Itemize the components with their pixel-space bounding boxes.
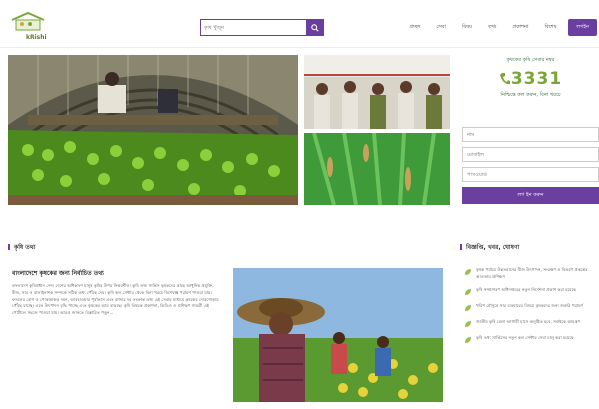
nav-item-login[interactable]: লগইন	[568, 19, 597, 36]
call-center-logo: 3331	[499, 69, 562, 89]
side-image-leaves[interactable]	[304, 133, 450, 205]
leaf-bullet-icon	[465, 305, 471, 311]
farmer-photo	[233, 268, 443, 402]
event-photo	[304, 55, 450, 129]
article-title[interactable]: বাংলাদেশে কৃষকের জন্য নির্বাচিত তথ্য	[12, 268, 104, 279]
article-body: বাংলাদেশ কৃষিপ্রধান দেশ। দেশের অধিকাংশ ম…	[12, 283, 219, 316]
news-item[interactable]: কৃষি সম্প্রসারণ অধিদপ্তরের নতুন নির্দেশন…	[464, 287, 599, 296]
greenhouse-photo	[8, 55, 298, 205]
news-item[interactable]: কৃষি তথ্য সার্ভিসের নতুন কল সেন্টার সেবা…	[464, 335, 599, 344]
news-item[interactable]: কৃষক পর্যায়ে উন্নতমানের বীজ উৎপাদন, সংর…	[464, 267, 599, 280]
nav-item-special[interactable]: বিশেষ	[536, 19, 564, 36]
leaf-bullet-icon	[465, 321, 471, 327]
call-center-heading: কৃষকের কৃষি সেবার নম্বর	[506, 57, 555, 63]
news-item-text: কৃষক পর্যায়ে উন্নতমানের বীজ উৎপাদন, সংর…	[476, 267, 588, 279]
phone-field[interactable]	[462, 147, 599, 162]
site-logo[interactable]: kRishi	[8, 10, 66, 42]
login-form: লগ ইন করুন	[462, 127, 599, 204]
leaf-bullet-icon	[465, 337, 471, 343]
username-field[interactable]	[462, 127, 599, 142]
site-header: kRishi প্রচ্ছদ সেবা বিষয় তথ্য প্রকাশনা …	[0, 0, 599, 48]
news-list: কৃষক পর্যায়ে উন্নতমানের বীজ উৎপাদন, সংর…	[464, 267, 599, 351]
nav-item-home[interactable]: প্রচ্ছদ	[401, 19, 428, 36]
call-center-tagline: নিশ্চিন্তে কল করুন, বিনা খরচে	[500, 92, 561, 98]
leaf-bullet-icon	[465, 289, 471, 295]
section-title-agri-info: কৃষি তথ্য	[8, 242, 35, 253]
news-section-title: বিজ্ঞপ্তি, খবর, ঘোষণা	[460, 242, 519, 253]
side-image-event[interactable]	[304, 55, 450, 129]
leaves-photo	[304, 133, 450, 205]
nav-item-info[interactable]: তথ্য	[480, 19, 504, 36]
news-item-text: খরিপ মৌসুমে সার ব্যবহারের বিষয়ে কৃষকদের…	[476, 303, 584, 308]
news-item-text: কৃষি তথ্য সার্ভিসের নতুন কল সেন্টার সেবা…	[476, 335, 574, 340]
search-bar	[200, 19, 324, 36]
login-button[interactable]: লগ ইন করুন	[462, 187, 599, 204]
search-input[interactable]	[201, 20, 306, 35]
main-nav: প্রচ্ছদ সেবা বিষয় তথ্য প্রকাশনা বিশেষ ল…	[401, 19, 597, 36]
logo-text: kRishi	[26, 34, 47, 41]
news-item-text: জাতীয় কৃষি মেলা আগামী মাসে অনুষ্ঠিত হবে…	[476, 319, 581, 324]
article-image[interactable]	[233, 268, 443, 402]
call-center-banner[interactable]: কৃষকের কৃষি সেবার নম্বর 3331 নিশ্চিন্তে …	[462, 55, 599, 121]
news-item[interactable]: জাতীয় কৃষি মেলা আগামী মাসে অনুষ্ঠিত হবে…	[464, 319, 599, 328]
nav-item-publications[interactable]: প্রকাশনা	[504, 19, 536, 36]
search-icon	[310, 23, 319, 32]
nav-item-topics[interactable]: বিষয়	[454, 19, 480, 36]
password-field[interactable]	[462, 167, 599, 182]
news-item[interactable]: খরিপ মৌসুমে সার ব্যবহারের বিষয়ে কৃষকদের…	[464, 303, 599, 312]
news-item-text: কৃষি সম্প্রসারণ অধিদপ্তরের নতুন নির্দেশন…	[476, 287, 576, 292]
nav-item-services[interactable]: সেবা	[428, 19, 454, 36]
leaf-bullet-icon	[465, 269, 471, 275]
call-center-number: 3331	[510, 69, 563, 89]
search-button[interactable]	[306, 20, 323, 35]
hero-slider-image[interactable]	[8, 55, 298, 205]
phone-icon	[499, 73, 510, 85]
